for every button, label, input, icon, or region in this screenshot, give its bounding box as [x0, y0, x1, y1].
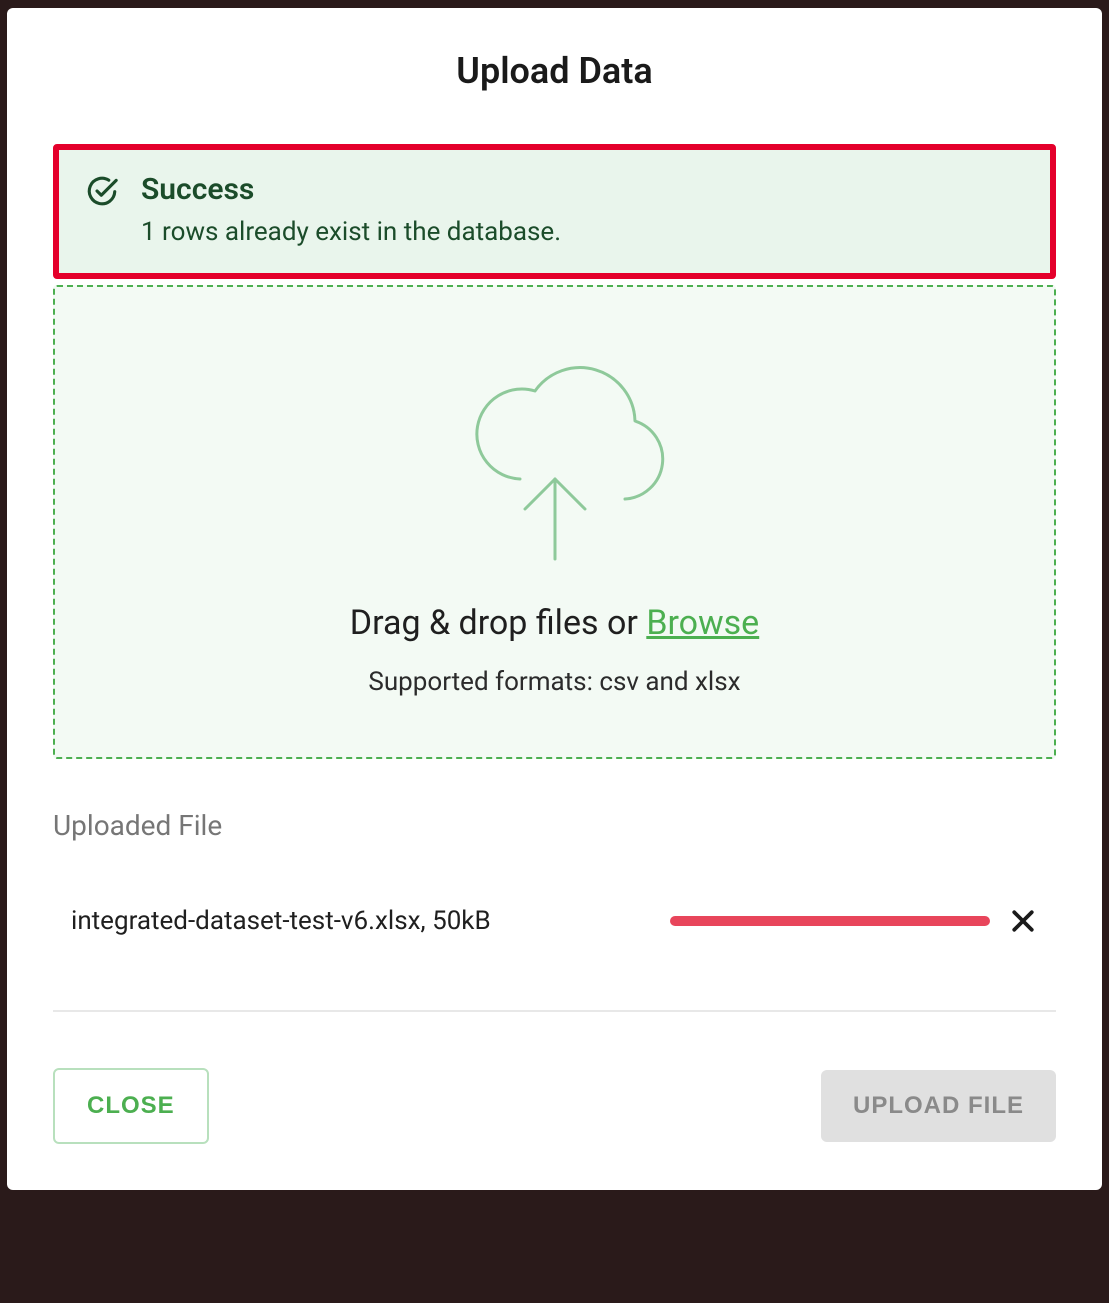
cloud-upload-icon — [425, 359, 685, 573]
footer-divider — [53, 1010, 1056, 1012]
remove-file-button[interactable] — [1008, 906, 1038, 936]
file-dropzone[interactable]: Drag & drop files or Browse Supported fo… — [53, 285, 1056, 759]
uploaded-file-section-label: Uploaded File — [53, 809, 1056, 842]
upload-progress-wrap — [515, 906, 1038, 936]
alert-content: Success 1 rows already exist in the data… — [141, 172, 561, 247]
uploaded-file-name: integrated-dataset-test-v6.xlsx, 50kB — [71, 906, 491, 936]
dialog-title: Upload Data — [53, 50, 1056, 92]
check-circle-icon — [85, 174, 119, 212]
dropzone-prompt: Drag & drop files or Browse — [350, 603, 759, 643]
dialog-footer: CLOSE UPLOAD FILE — [53, 1068, 1056, 1144]
browse-link[interactable]: Browse — [646, 603, 759, 643]
dropzone-supported-formats: Supported formats: csv and xlsx — [368, 667, 740, 697]
alert-message: 1 rows already exist in the database. — [141, 217, 561, 247]
upload-progress-bar — [670, 916, 990, 926]
alert-title: Success — [141, 172, 561, 207]
success-alert: Success 1 rows already exist in the data… — [53, 144, 1056, 279]
upload-file-button[interactable]: UPLOAD FILE — [821, 1070, 1056, 1142]
upload-dialog: Upload Data Success 1 rows already exist… — [7, 8, 1102, 1190]
dropzone-prompt-text: Drag & drop files or — [350, 603, 647, 643]
close-button[interactable]: CLOSE — [53, 1068, 209, 1144]
uploaded-file-row: integrated-dataset-test-v6.xlsx, 50kB — [53, 906, 1056, 936]
